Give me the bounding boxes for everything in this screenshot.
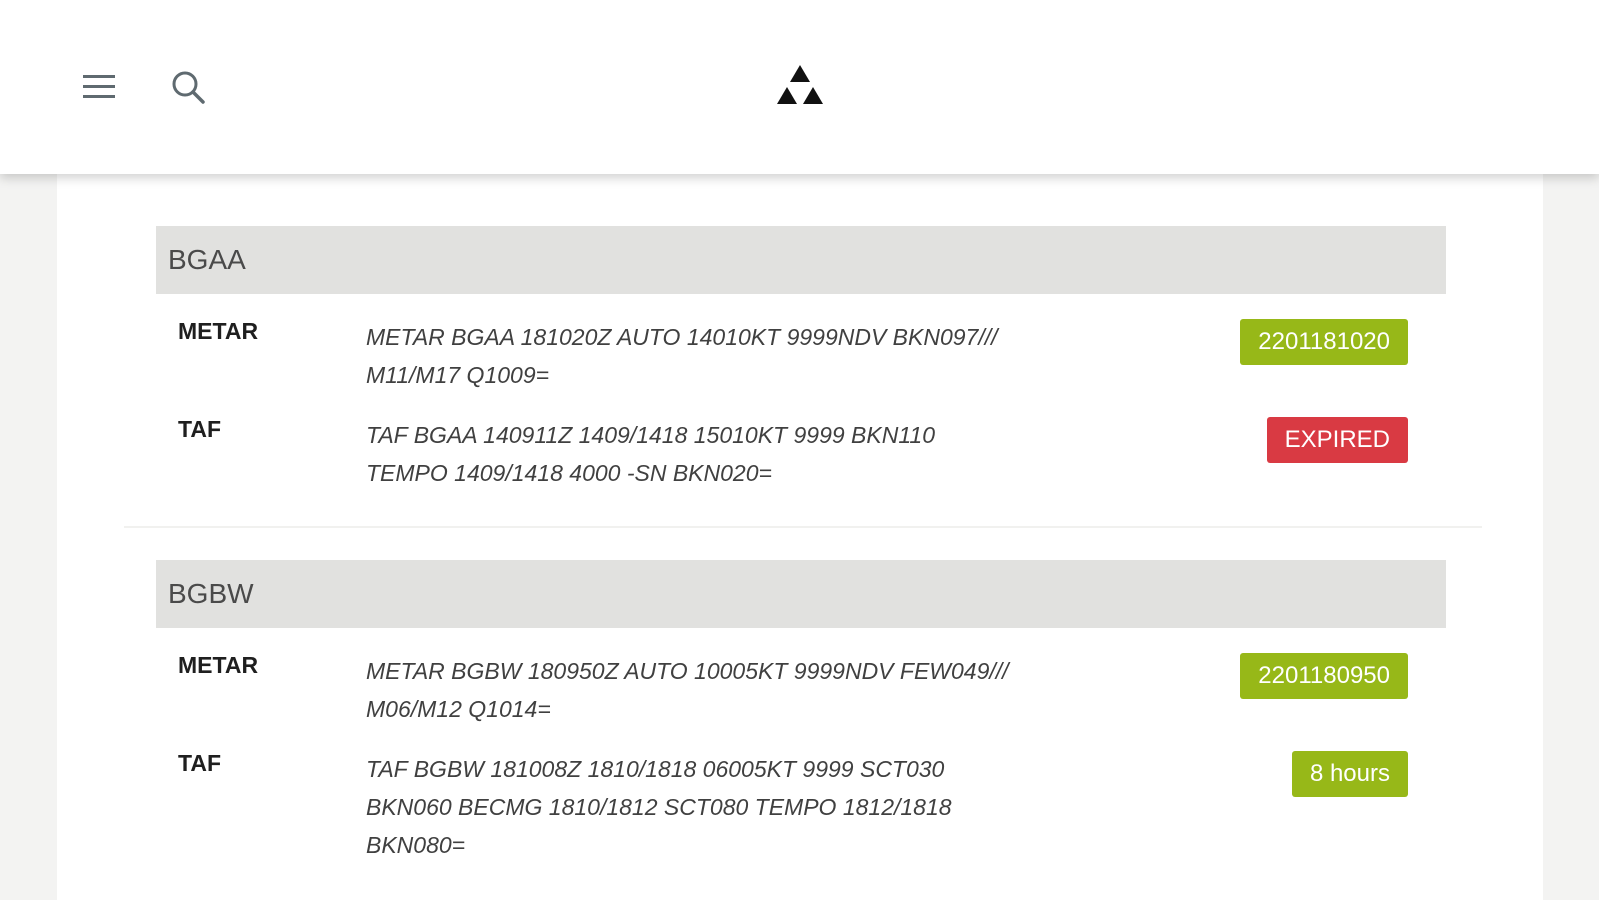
report-row-taf: TAF TAF BGAA 140911Z 1409/1418 15010KT 9… [156,416,1446,516]
report-text-line: TAF BGBW 181008Z 1810/1818 06005KT 9999 … [366,756,945,782]
report-text-line: M11/M17 Q1009= [366,362,550,388]
search-icon[interactable] [165,64,211,110]
report-type-label: TAF [178,750,222,776]
triangles-logo-icon[interactable] [770,63,830,113]
report-text: TAF BGBW 181008Z 1810/1818 06005KT 9999 … [366,750,1116,864]
report-text: METAR BGBW 180950Z AUTO 10005KT 9999NDV … [366,652,1116,728]
report-row-taf: TAF TAF BGBW 181008Z 1810/1818 06005KT 9… [156,750,1446,880]
report-text-line: METAR BGBW 180950Z AUTO 10005KT 9999NDV … [366,658,1009,684]
report-type-label: METAR [178,318,259,344]
status-badge: 2201180950 [1240,653,1408,699]
divider [124,526,1482,528]
report-text-line: BKN080= [366,832,466,858]
content-panel: BGAA METAR METAR BGAA 181020Z AUTO 14010… [57,174,1543,900]
report-text-line: BKN060 BECMG 1810/1812 SCT080 TEMPO 1812… [366,794,952,820]
station-card: BGBW METAR METAR BGBW 180950Z AUTO 10005… [156,560,1446,880]
report-type-label: TAF [178,416,222,442]
validity-badge: 8 hours [1291,751,1408,797]
report-text-line: TEMPO 1409/1418 4000 -SN BKN020= [366,460,772,486]
report-text-line: M06/M12 Q1014= [366,696,551,722]
report-text: METAR BGAA 181020Z AUTO 14010KT 9999NDV … [366,318,1116,394]
report-row-metar: METAR METAR BGBW 180950Z AUTO 10005KT 99… [156,652,1446,750]
report-type-label: METAR [178,652,259,678]
station-header: BGBW [156,560,1446,628]
expired-badge: EXPIRED [1266,417,1408,463]
report-row-metar: METAR METAR BGAA 181020Z AUTO 14010KT 99… [156,318,1446,416]
hamburger-menu-icon[interactable] [76,64,122,110]
station-card: BGAA METAR METAR BGAA 181020Z AUTO 14010… [156,226,1446,516]
report-text: TAF BGAA 140911Z 1409/1418 15010KT 9999 … [366,416,1116,492]
top-bar [0,0,1599,174]
status-badge: 2201181020 [1240,319,1408,365]
station-header: BGAA [156,226,1446,294]
report-text-line: METAR BGAA 181020Z AUTO 14010KT 9999NDV … [366,324,998,350]
report-text-line: TAF BGAA 140911Z 1409/1418 15010KT 9999 … [366,422,936,448]
